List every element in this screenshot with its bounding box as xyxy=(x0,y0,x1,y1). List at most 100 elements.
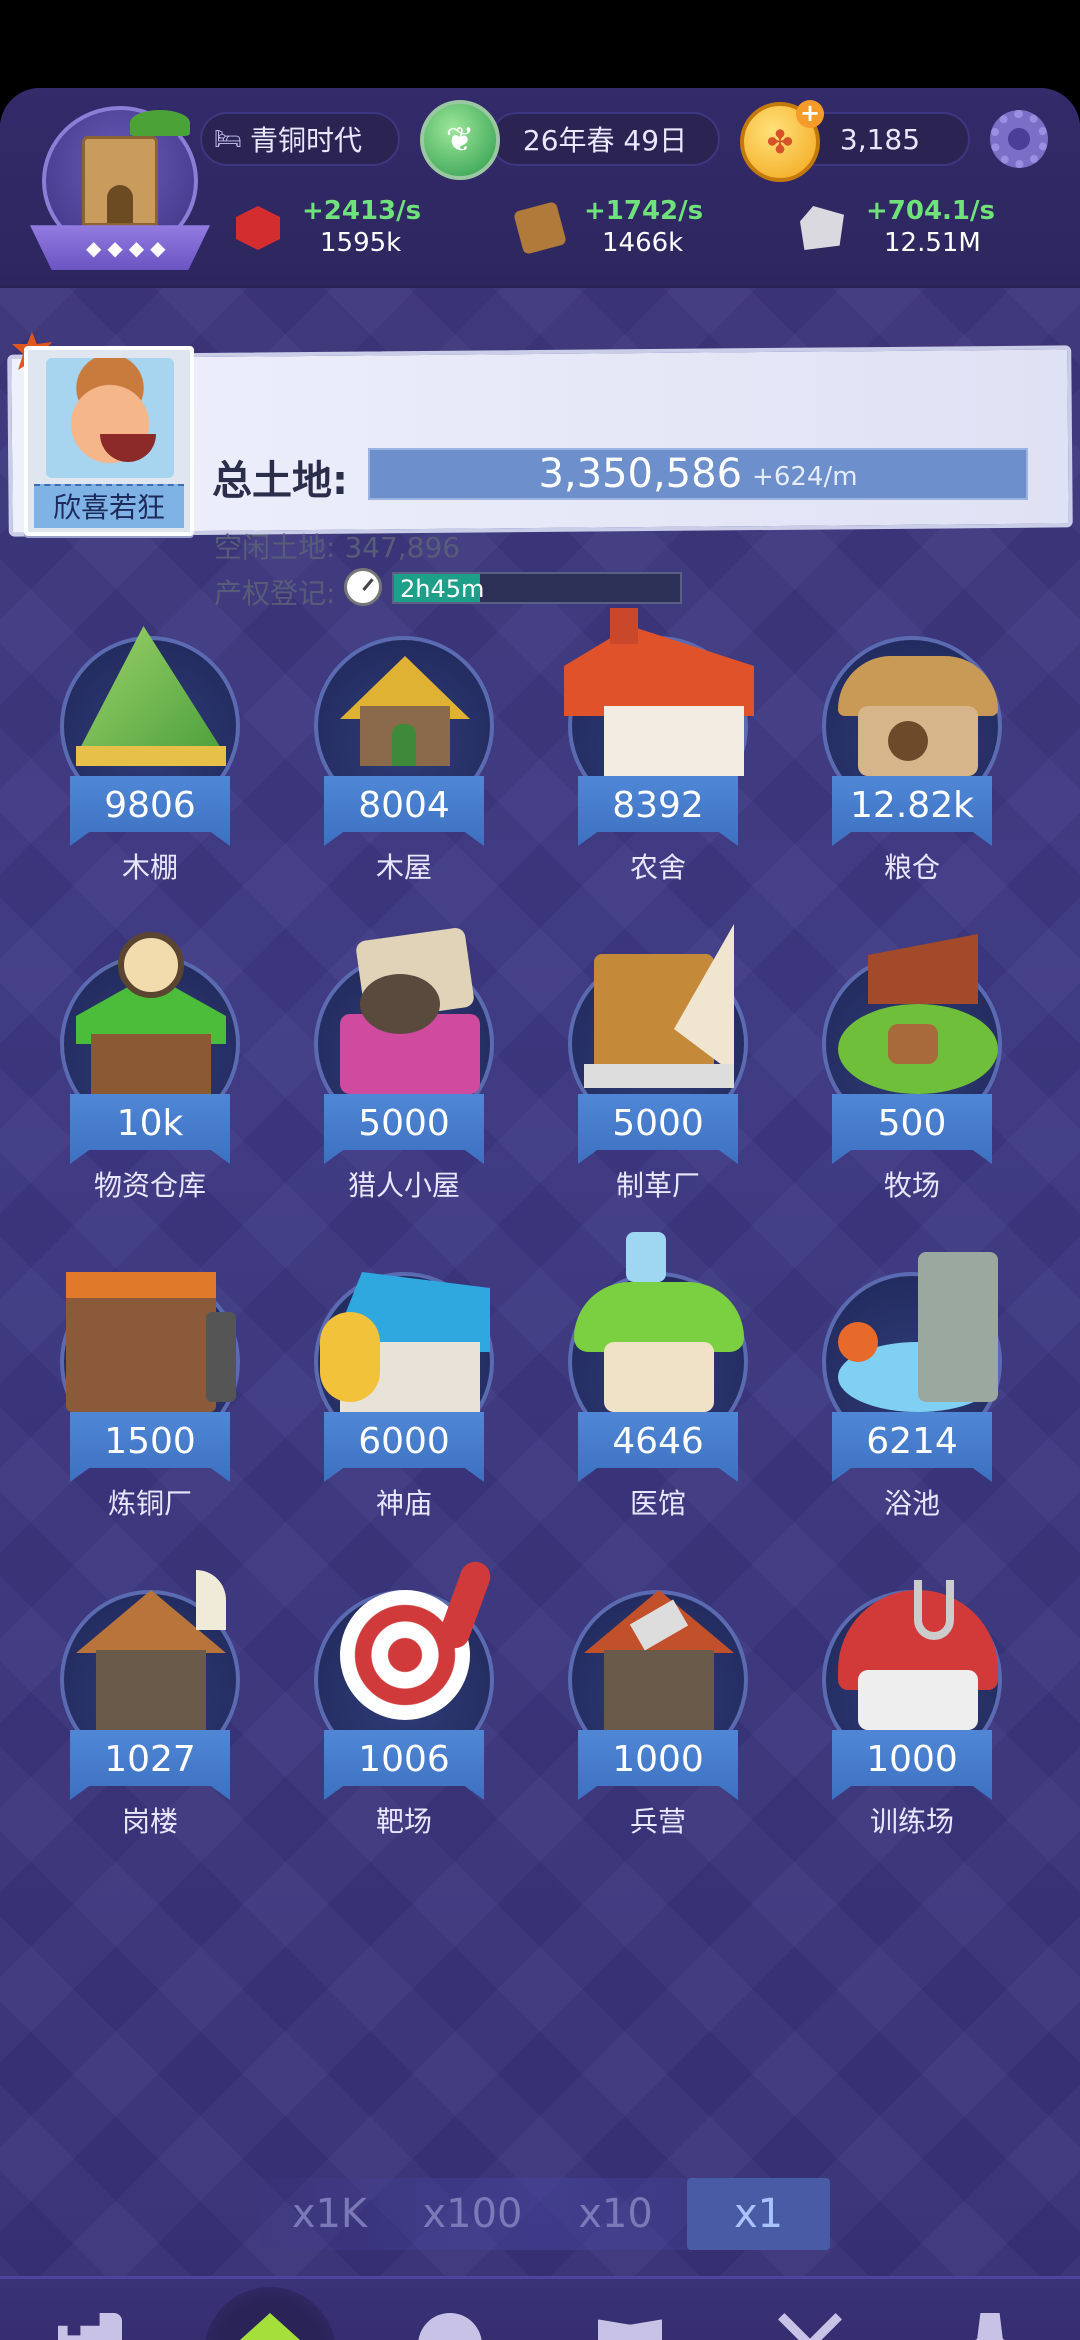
idle-land: 空闲土地: 347,896 xyxy=(214,531,461,564)
straw-hut-icon xyxy=(310,596,498,806)
multiplier-bar: x1K x100 x10 x1 xyxy=(258,2178,830,2250)
avatar-mouth xyxy=(100,434,156,462)
total-land-title: 总土地: xyxy=(212,458,348,504)
castle-icon xyxy=(58,2313,122,2340)
nav-item[interactable]: 人口 xyxy=(360,2279,540,2340)
clinic-icon xyxy=(564,1232,752,1442)
crossed-swords-icon xyxy=(778,2313,842,2340)
building-card[interactable]: 1500 炼铜厂 xyxy=(50,1232,250,1532)
person-icon xyxy=(418,2313,482,2340)
building-count: 12.82k xyxy=(832,776,992,846)
multiplier-button[interactable]: x1 xyxy=(687,2178,830,2250)
mood-label: 欣喜若狂 xyxy=(34,484,184,528)
building-card[interactable]: 12.82k 粮仓 xyxy=(812,596,1012,896)
building-card[interactable]: 1027 岗楼 xyxy=(50,1550,250,1850)
building-card[interactable]: 1006 靶场 xyxy=(304,1550,504,1850)
land-growth-rate: +624/m xyxy=(752,462,858,492)
resource-red[interactable]: +2413/s 1595k xyxy=(236,196,436,266)
total-land-bar: 3,350,586 +624/m xyxy=(368,448,1028,500)
building-card[interactable]: 6214 浴池 xyxy=(812,1232,1012,1532)
building-count: 6000 xyxy=(324,1412,484,1482)
building-name: 农舍 xyxy=(629,851,686,884)
palm-icon xyxy=(130,110,190,136)
building-card[interactable]: 5000 制革厂 xyxy=(558,914,758,1214)
gold-amount: 3,185 xyxy=(839,122,921,156)
building-name: 粮仓 xyxy=(883,851,940,884)
building-card[interactable]: 10k 物资仓库 xyxy=(50,914,250,1214)
wood-icon xyxy=(513,201,567,255)
city-badge-dots: ◆◆◆◆ xyxy=(86,236,172,260)
date-pill[interactable]: 26年春 49日 xyxy=(490,112,720,166)
building-name: 木棚 xyxy=(121,851,178,884)
ranch-icon xyxy=(818,914,1006,1124)
multiplier-button[interactable]: x10 xyxy=(544,2178,687,2250)
building-count: 5000 xyxy=(578,1094,738,1164)
building-count: 5000 xyxy=(324,1094,484,1164)
building-name: 兵营 xyxy=(629,1805,686,1838)
building-card[interactable]: 4646 医馆 xyxy=(558,1232,758,1532)
nav-item[interactable]: 战斗 xyxy=(720,2279,900,2340)
resource-wood[interactable]: +1742/s 1466k xyxy=(513,196,718,266)
building-name: 训练场 xyxy=(869,1805,954,1838)
multiplier-button[interactable]: x100 xyxy=(401,2178,544,2250)
season-leaf-icon[interactable]: ❦ xyxy=(420,100,500,180)
bathhouse-icon xyxy=(818,1232,1006,1442)
resource-total: 1595k xyxy=(320,228,402,258)
date-label: 26年春 49日 xyxy=(522,124,688,157)
building-card[interactable]: 6000 神庙 xyxy=(304,1232,504,1532)
building-card[interactable]: 8392 农舍 xyxy=(558,596,758,896)
building-name: 神庙 xyxy=(375,1487,432,1520)
nav-item[interactable]: 建筑 xyxy=(180,2279,360,2340)
building-count: 4646 xyxy=(578,1412,738,1482)
granary-icon xyxy=(818,596,1006,806)
city-badge[interactable]: ◆◆◆◆ xyxy=(30,106,210,276)
barracks-icon xyxy=(564,1550,752,1760)
building-count: 6214 xyxy=(832,1412,992,1482)
mood-card[interactable]: 欣喜若狂 xyxy=(24,346,194,536)
building-card[interactable]: 9806 木棚 xyxy=(50,596,250,896)
temple-icon xyxy=(310,1232,498,1442)
building-card[interactable]: 500 牧场 xyxy=(812,914,1012,1214)
nav-item[interactable]: 县城I xyxy=(0,2279,180,2340)
building-name: 医馆 xyxy=(629,1487,686,1520)
building-name: 浴池 xyxy=(883,1487,940,1520)
multiplier-button[interactable]: x1K xyxy=(258,2178,401,2250)
target-range-icon xyxy=(310,1550,498,1760)
gear-icon[interactable] xyxy=(990,110,1048,168)
building-card[interactable]: 8004 木屋 xyxy=(304,596,504,896)
nav-item[interactable]: 伟人 xyxy=(900,2279,1080,2340)
statue-icon xyxy=(958,2313,1022,2340)
resource-rate: +704.1/s xyxy=(866,196,995,226)
total-land-value: 3,350,586 xyxy=(538,451,743,497)
nav-item[interactable]: 科技 xyxy=(540,2279,720,2340)
era-pill[interactable]: 🛏 青铜时代 xyxy=(200,112,400,166)
farmhouse-icon xyxy=(564,596,754,806)
resource-total: 12.51M xyxy=(884,228,981,258)
building-name: 岗楼 xyxy=(121,1805,178,1838)
bottom-nav: 县城I建筑人口科技战斗伟人 xyxy=(0,2276,1080,2340)
stone-icon xyxy=(800,206,844,250)
building-count: 9806 xyxy=(70,776,230,846)
building-count: 1027 xyxy=(70,1730,230,1800)
book-icon xyxy=(598,2319,662,2340)
building-count: 500 xyxy=(832,1094,992,1164)
building-count: 1000 xyxy=(832,1730,992,1800)
building-card[interactable]: 1000 训练场 xyxy=(812,1550,1012,1850)
resource-stone[interactable]: +704.1/s 12.51M xyxy=(800,196,1020,266)
building-name: 物资仓库 xyxy=(93,1169,206,1202)
castle-icon xyxy=(82,136,158,226)
building-count: 1006 xyxy=(324,1730,484,1800)
building-count: 8392 xyxy=(578,776,738,846)
building-card[interactable]: 5000 猎人小屋 xyxy=(304,914,504,1214)
resource-rate: +2413/s xyxy=(302,196,422,226)
bed-icon: 🛏 xyxy=(214,127,242,152)
copper-smelter-icon xyxy=(56,1232,244,1442)
era-label: 青铜时代 xyxy=(250,124,363,157)
add-gold-icon[interactable]: + xyxy=(796,100,824,128)
warehouse-icon xyxy=(56,914,244,1124)
app-screen: ◆◆◆◆ 🛏 青铜时代 26年春 49日 ❦ 3,185 ✤ + +2413/s… xyxy=(0,88,1080,2340)
training-ground-icon xyxy=(818,1550,1006,1760)
building-count: 10k xyxy=(70,1094,230,1164)
building-card[interactable]: 1000 兵营 xyxy=(558,1550,758,1850)
building-name: 制革厂 xyxy=(615,1169,700,1202)
